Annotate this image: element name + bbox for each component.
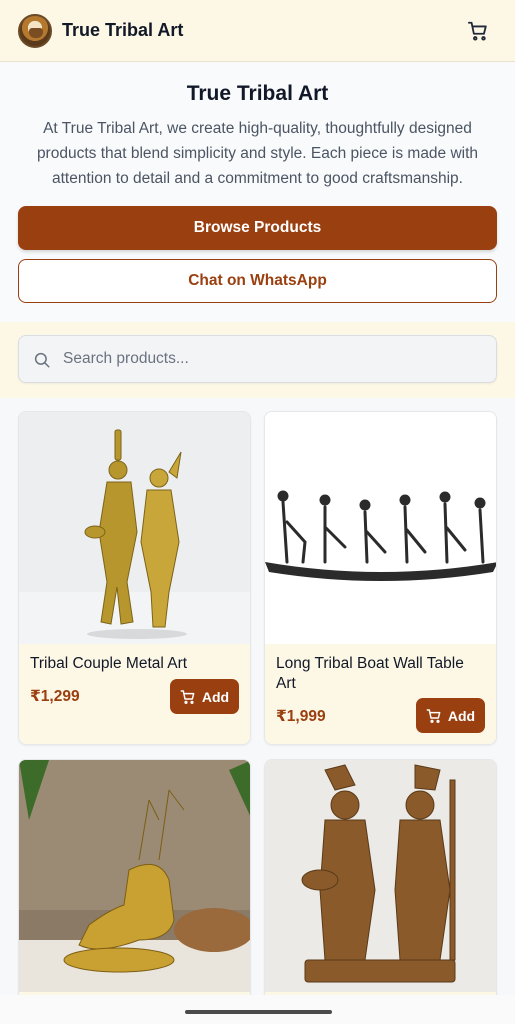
product-image[interactable]	[19, 760, 250, 992]
product-card[interactable]	[264, 759, 497, 1019]
product-image[interactable]	[19, 412, 250, 644]
add-to-cart-button[interactable]: Add	[170, 679, 239, 714]
shopping-cart-icon	[467, 21, 487, 41]
product-card[interactable]: Long Tribal Boat Wall Table Art ₹1,999 A…	[264, 411, 497, 745]
brand-name[interactable]: True Tribal Art	[62, 20, 183, 41]
product-name[interactable]: Long Tribal Boat Wall Table Art	[276, 654, 486, 694]
product-name[interactable]: Tribal Couple Metal Art	[30, 654, 240, 674]
system-nav-bar	[0, 995, 515, 1024]
cart-button[interactable]	[465, 18, 491, 44]
search-box[interactable]	[18, 335, 497, 383]
hero-section: True Tribal Art At True Tribal Art, we c…	[0, 62, 515, 322]
home-indicator[interactable]	[185, 1010, 332, 1014]
browse-products-button[interactable]: Browse Products	[18, 206, 497, 250]
product-image[interactable]	[265, 760, 496, 992]
chat-whatsapp-button[interactable]: Chat on WhatsApp	[18, 259, 497, 303]
search-icon	[34, 352, 50, 368]
product-card[interactable]: Tribal Couple Metal Art ₹1,299 Add	[18, 411, 251, 745]
add-label: Add	[201, 688, 230, 705]
product-card[interactable]	[18, 759, 251, 1019]
search-section	[0, 322, 515, 398]
brand-logo[interactable]	[18, 13, 52, 48]
hero-description: At True Tribal Art, we create high-quali…	[36, 120, 479, 187]
product-price: ₹1,999	[276, 708, 326, 725]
add-to-cart-button[interactable]: Add	[416, 698, 485, 733]
product-image[interactable]	[265, 412, 496, 644]
hero-title: True Tribal Art	[186, 82, 329, 105]
search-input[interactable]	[63, 336, 483, 382]
cart-icon	[426, 708, 441, 723]
cart-icon	[180, 689, 195, 704]
add-label: Add	[447, 707, 476, 724]
app-header: True Tribal Art	[0, 0, 515, 62]
product-price: ₹1,299	[30, 688, 80, 705]
